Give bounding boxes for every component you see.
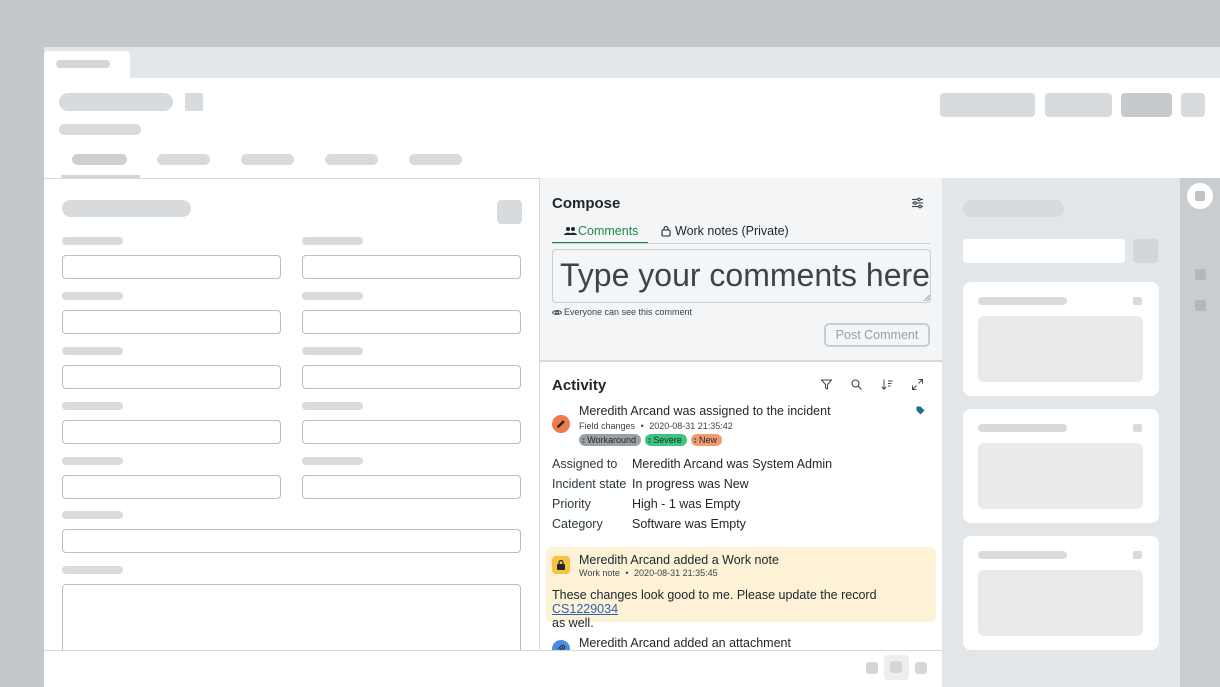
form-field[interactable] xyxy=(302,310,521,334)
work-note-body: These changes look good to me. Please up… xyxy=(552,588,877,630)
entry-2-meta: Work note • 2020-08-31 21:35:45 xyxy=(579,568,718,578)
form-field[interactable] xyxy=(62,255,281,279)
tab-work-notes-label: Work notes (Private) xyxy=(675,224,789,238)
subtitle-placeholder xyxy=(59,124,141,135)
activity-panel: Activity Meredith Arcand was assigned to… xyxy=(539,360,942,650)
entry-3-headline: Meredith Arcand added an attachment xyxy=(579,636,791,650)
comment-placeholder: Type your comments here xyxy=(560,257,930,293)
comment-textarea[interactable]: Type your comments here xyxy=(552,249,931,303)
resize-handle-icon[interactable] xyxy=(923,294,930,301)
form-field[interactable] xyxy=(302,365,521,389)
search-icon[interactable] xyxy=(851,379,862,390)
tag-severe[interactable]: ⦂ Severe xyxy=(645,434,687,446)
filter-icon[interactable] xyxy=(821,379,832,390)
post-comment-button[interactable]: Post Comment xyxy=(824,323,930,347)
compose-title: Compose xyxy=(552,195,621,212)
side-card[interactable] xyxy=(963,536,1159,650)
form-field[interactable] xyxy=(62,310,281,334)
form-field[interactable] xyxy=(302,420,521,444)
entry-1-tags: ⦂ Workaround ⦂ Severe ⦂ New xyxy=(579,434,726,452)
header-button-3[interactable] xyxy=(1121,93,1172,117)
visibility-note: Everyone can see this comment xyxy=(564,307,693,317)
tag-new[interactable]: ⦂ New xyxy=(690,434,723,446)
header-button-1[interactable] xyxy=(940,93,1035,117)
footer-button[interactable] xyxy=(866,662,878,674)
footer-button-active[interactable] xyxy=(884,655,909,680)
eye-icon xyxy=(552,310,562,315)
form-section-title-placeholder xyxy=(62,200,191,217)
meta-separator: • xyxy=(640,421,644,431)
settings-sliders-icon[interactable] xyxy=(911,197,924,209)
tag-icon[interactable] xyxy=(916,406,925,415)
tab-comments[interactable]: Comments xyxy=(552,222,648,244)
activity-title: Activity xyxy=(552,377,607,394)
browser-tab[interactable] xyxy=(44,51,130,78)
entry-2-type: Work note xyxy=(579,568,620,578)
entry-2-headline: Meredith Arcand added a Work note xyxy=(579,553,779,567)
work-note-card: Meredith Arcand added a Work note Work n… xyxy=(546,547,936,630)
rail-button-active[interactable] xyxy=(1187,183,1213,209)
right-rail xyxy=(1180,178,1220,687)
expand-icon[interactable] xyxy=(912,379,923,390)
meta-separator: • xyxy=(625,568,629,578)
entry-1-meta: Field changes • 2020-08-31 21:35:42 xyxy=(579,421,733,431)
pencil-icon xyxy=(557,420,565,428)
tab-comments-label: Comments xyxy=(578,224,639,238)
record-tab-4[interactable] xyxy=(325,154,378,165)
side-search-button[interactable] xyxy=(1133,239,1158,263)
record-title-placeholder xyxy=(59,93,173,111)
tab-work-notes[interactable]: Work notes (Private) xyxy=(655,222,815,244)
footer-button[interactable] xyxy=(915,662,927,674)
rail-button[interactable] xyxy=(1195,269,1206,280)
record-tab-1[interactable] xyxy=(72,154,127,165)
entry-1-headline: Meredith Arcand was assigned to the inci… xyxy=(579,404,831,418)
form-section-button[interactable] xyxy=(497,200,522,224)
record-tab-3[interactable] xyxy=(241,154,294,165)
browser-tab-bar xyxy=(44,47,1220,78)
form-field[interactable] xyxy=(62,420,281,444)
header-button-2[interactable] xyxy=(1045,93,1112,117)
title-icon-placeholder xyxy=(185,93,203,111)
footer-bar xyxy=(44,650,942,687)
entry-1-type: Field changes xyxy=(579,421,636,431)
form-field-wide[interactable] xyxy=(62,529,521,553)
side-search-input[interactable] xyxy=(963,239,1125,263)
header-button-4[interactable] xyxy=(1181,93,1205,117)
lock-icon xyxy=(557,559,565,570)
avatar-lock xyxy=(552,556,570,574)
side-card[interactable] xyxy=(963,282,1159,396)
avatar-pencil xyxy=(552,415,570,433)
form-field[interactable] xyxy=(302,255,521,279)
entry-2-timestamp: 2020-08-31 21:35:45 xyxy=(634,568,718,578)
form-field[interactable] xyxy=(302,475,521,499)
form-field[interactable] xyxy=(62,475,281,499)
sort-icon[interactable] xyxy=(881,379,893,390)
side-card[interactable] xyxy=(963,409,1159,523)
users-icon xyxy=(564,227,577,235)
compose-tab-divider xyxy=(552,243,930,244)
record-link[interactable]: CS1229034 xyxy=(552,602,618,616)
app-window: Compose Comments Work notes (Private) Ty… xyxy=(44,47,1220,687)
tag-workaround[interactable]: ⦂ Workaround xyxy=(579,434,642,446)
avatar-attachment xyxy=(552,640,570,650)
entry-1-timestamp: 2020-08-31 21:35:42 xyxy=(649,421,733,431)
lock-icon xyxy=(661,225,671,237)
compose-panel: Compose Comments Work notes (Private) Ty… xyxy=(539,178,942,360)
record-tab-2[interactable] xyxy=(157,154,210,165)
record-tab-5[interactable] xyxy=(409,154,462,165)
form-field[interactable] xyxy=(62,365,281,389)
side-panel xyxy=(942,178,1180,687)
rail-button[interactable] xyxy=(1195,300,1206,311)
